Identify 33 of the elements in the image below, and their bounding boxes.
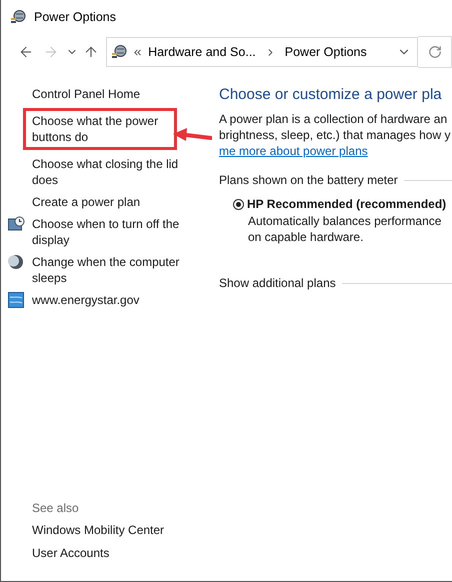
address-bar[interactable]: Hardware and So... Power Options bbox=[106, 37, 418, 67]
power-options-icon bbox=[111, 44, 128, 60]
page-heading: Choose or customize a power pla bbox=[219, 86, 443, 103]
moon-icon bbox=[8, 254, 24, 270]
see-also-heading: See also bbox=[32, 501, 80, 515]
sidebar-link[interactable]: www.energystar.gov bbox=[32, 292, 184, 308]
description-text: brightness, sleep, etc.) that manages how y bbox=[219, 127, 452, 143]
radio-button[interactable] bbox=[233, 198, 244, 210]
plan-description: Automatically balances performance bbox=[248, 213, 442, 229]
refresh-icon bbox=[428, 45, 442, 59]
power-options-icon bbox=[10, 9, 26, 25]
sidebar-link[interactable]: Choose what the power buttons do bbox=[23, 108, 177, 150]
monitor-clock-icon bbox=[8, 216, 25, 233]
annotation-arrow bbox=[172, 128, 212, 144]
sidebar-link[interactable]: Choose what closing the lid does bbox=[32, 156, 184, 188]
chevrons-left-icon bbox=[132, 46, 144, 58]
plan-description: on capable hardware. bbox=[248, 229, 364, 245]
breadcrumb-item[interactable]: Power Options bbox=[284, 45, 367, 59]
window-title: Power Options bbox=[34, 10, 116, 24]
globe-icon bbox=[8, 292, 24, 308]
show-additional-plans-toggle[interactable]: Show additional plans bbox=[219, 276, 336, 290]
sidebar-link[interactable]: Change when the computer sleeps bbox=[32, 254, 184, 286]
group-heading: Plans shown on the battery meter bbox=[219, 173, 398, 187]
see-also-link[interactable]: Windows Mobility Center bbox=[32, 522, 184, 538]
breadcrumb-item[interactable]: Hardware and So... bbox=[148, 45, 256, 59]
plan-name[interactable]: HP Recommended (recommended) bbox=[247, 197, 446, 211]
description-text: A power plan is a collection of hardware an bbox=[219, 111, 448, 127]
sidebar-link[interactable]: Create a power plan bbox=[32, 194, 184, 210]
sidebar-link[interactable]: Control Panel Home bbox=[32, 86, 184, 102]
refresh-button[interactable] bbox=[418, 36, 452, 68]
see-also-link[interactable]: User Accounts bbox=[32, 545, 184, 561]
learn-more-link[interactable]: me more about power plans bbox=[219, 143, 368, 159]
sidebar-link[interactable]: Choose when to turn off the display bbox=[32, 216, 184, 248]
